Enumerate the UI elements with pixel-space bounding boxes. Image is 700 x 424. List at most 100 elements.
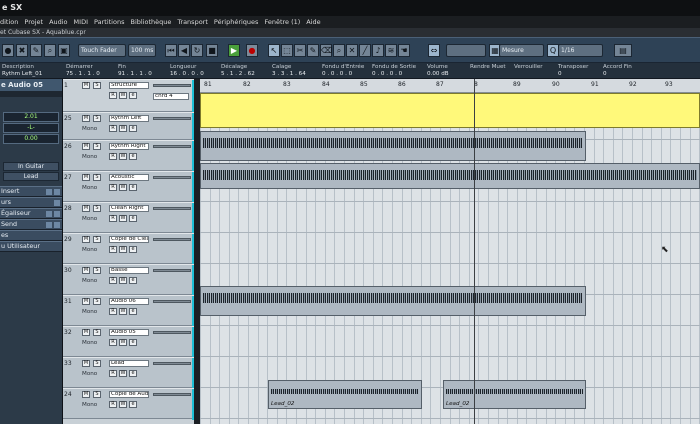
- project-cursor[interactable]: [474, 79, 475, 424]
- write-button[interactable]: W: [119, 339, 127, 346]
- solo-button[interactable]: S: [93, 82, 101, 89]
- stop-icon[interactable]: ■: [206, 44, 218, 57]
- track-row[interactable]: 26 M S Rythm Right R W e Mono: [63, 140, 194, 172]
- write-button[interactable]: W: [119, 308, 127, 315]
- inspector-section-eq[interactable]: Égaliseur: [0, 208, 62, 219]
- audio-event[interactable]: [200, 131, 586, 161]
- solo-button[interactable]: S: [93, 360, 101, 367]
- track-name[interactable]: Rythm Left: [109, 115, 149, 122]
- mute-button[interactable]: M: [82, 82, 90, 89]
- edit-icon[interactable]: ✎: [30, 44, 42, 57]
- solo-button[interactable]: S: [93, 298, 101, 305]
- audio-event[interactable]: [200, 163, 700, 189]
- snap-toggle-icon[interactable]: ⇔: [428, 44, 440, 57]
- record-transport-icon[interactable]: ●: [246, 44, 258, 57]
- write-button[interactable]: W: [119, 215, 127, 222]
- menu-aide[interactable]: Aide: [306, 18, 320, 28]
- track-volume-fader[interactable]: [153, 207, 191, 210]
- info-value-transpose[interactable]: 0: [558, 71, 562, 77]
- track-volume-fader[interactable]: [153, 269, 191, 272]
- track-name[interactable]: Audio 06: [109, 298, 149, 305]
- write-button[interactable]: W: [119, 125, 127, 132]
- track-name[interactable]: Clean Right: [109, 205, 149, 212]
- track-volume-fader[interactable]: [153, 176, 191, 179]
- audio-event[interactable]: Lead_02: [443, 380, 586, 409]
- edit-channel-button[interactable]: e: [129, 153, 137, 160]
- info-value-end[interactable]: 91 . 1 . 1 . 0: [118, 71, 152, 77]
- read-button[interactable]: R: [109, 401, 117, 408]
- track-row[interactable]: 30 M S Basse R W e Mono: [63, 264, 194, 296]
- rewind-icon[interactable]: ◀: [178, 44, 190, 57]
- track-name[interactable]: Rythm Right: [109, 143, 149, 150]
- snap-type-select[interactable]: [446, 44, 486, 57]
- menu-partitions[interactable]: Partitions: [94, 18, 124, 28]
- track-volume-fader[interactable]: [153, 238, 191, 241]
- quantize-select[interactable]: 1/16: [558, 44, 603, 57]
- edit-channel-button[interactable]: e: [129, 277, 137, 284]
- read-button[interactable]: R: [109, 339, 117, 346]
- mute-icon[interactable]: ✖: [16, 44, 28, 57]
- zoom-icon[interactable]: ⌕: [44, 44, 56, 57]
- audio-event[interactable]: [200, 286, 586, 316]
- chord-track-select[interactable]: chrd 4: [153, 93, 189, 100]
- track-row[interactable]: 31 M S Audio 06 R W e Mono: [63, 295, 194, 327]
- sends-bypass-icon[interactable]: [46, 222, 52, 228]
- track-volume-fader[interactable]: [153, 331, 191, 334]
- track-lane[interactable]: [200, 202, 700, 233]
- track-volume-fader[interactable]: [153, 300, 191, 303]
- track-row[interactable]: 32 M S Audio 05 R W e Mono: [63, 326, 194, 358]
- inspector-section-notes[interactable]: es: [0, 230, 62, 241]
- write-button[interactable]: W: [119, 370, 127, 377]
- glue-tool-icon[interactable]: ╱: [359, 44, 371, 57]
- track-row[interactable]: 33 M S Lead R W e Mono: [63, 357, 194, 389]
- grid-type-select[interactable]: Mesure: [499, 44, 544, 57]
- track-name[interactable]: Copie de Audio: [109, 391, 149, 398]
- mute-button[interactable]: M: [82, 174, 90, 181]
- inspector-track-name[interactable]: e Audio 05: [0, 79, 62, 91]
- info-value-snap[interactable]: 3 . 3 . 1 . 64: [272, 71, 306, 77]
- info-value-volume[interactable]: 0.00 dB: [427, 71, 449, 77]
- automation-mode-select[interactable]: Touch Fader: [78, 44, 126, 57]
- ruler[interactable]: 81 82 83 84 85 86 87 8 89 90 91 92 93: [200, 79, 700, 93]
- edit-channel-button[interactable]: e: [129, 246, 137, 253]
- track-row[interactable]: 1 M S Structure R W e chrd 4: [63, 79, 194, 113]
- mute-button[interactable]: M: [82, 236, 90, 243]
- record-icon[interactable]: ●: [2, 44, 14, 57]
- read-button[interactable]: R: [109, 125, 117, 132]
- solo-button[interactable]: S: [93, 115, 101, 122]
- read-button[interactable]: R: [109, 370, 117, 377]
- write-button[interactable]: W: [119, 184, 127, 191]
- edit-channel-button[interactable]: e: [129, 125, 137, 132]
- inspector-volume[interactable]: 2.01: [3, 112, 59, 122]
- edit-channel-button[interactable]: e: [129, 339, 137, 346]
- edit-channel-button[interactable]: e: [129, 92, 137, 99]
- split-tool-icon[interactable]: ✂: [294, 44, 306, 57]
- track-row[interactable]: 25 M S Rythm Left R W e Mono: [63, 112, 194, 141]
- track-volume-fader[interactable]: [153, 145, 191, 148]
- solo-button[interactable]: S: [93, 329, 101, 336]
- arrange-area[interactable]: Lead_02 Lead_02: [200, 93, 700, 424]
- track-row[interactable]: 29 M S Copie de Clear R W e Mono: [63, 233, 194, 265]
- edit-channel-button[interactable]: e: [129, 215, 137, 222]
- inspector-pan[interactable]: -L-: [3, 123, 59, 133]
- track-name[interactable]: Acoustic: [109, 174, 149, 181]
- info-value-fade-out[interactable]: 0 . 0 . 0 . 0: [372, 71, 402, 77]
- track-name[interactable]: Lead: [109, 360, 149, 367]
- track-volume-fader[interactable]: [153, 393, 191, 396]
- solo-button[interactable]: S: [93, 391, 101, 398]
- draw-tool-icon[interactable]: ✎: [307, 44, 319, 57]
- info-value-finetune[interactable]: 0: [603, 71, 607, 77]
- inserts-bypass-icon[interactable]: [46, 189, 52, 195]
- zoom-tool-icon[interactable]: ⌕: [333, 44, 345, 57]
- play-icon[interactable]: ▶: [228, 44, 240, 57]
- inspector-delay[interactable]: 0.00: [3, 134, 59, 144]
- edit-channel-button[interactable]: e: [129, 370, 137, 377]
- inspector-output-routing[interactable]: Lead: [3, 172, 59, 181]
- erase-tool-icon[interactable]: ⌫: [320, 44, 332, 57]
- mute-button[interactable]: M: [82, 391, 90, 398]
- menu-bibliotheque[interactable]: Bibliothèque: [130, 18, 171, 28]
- menu-transport[interactable]: Transport: [177, 18, 208, 28]
- track-volume-fader[interactable]: [153, 84, 191, 87]
- read-button[interactable]: R: [109, 277, 117, 284]
- info-value-start[interactable]: 75 . 1 . 1 . 0: [66, 71, 100, 77]
